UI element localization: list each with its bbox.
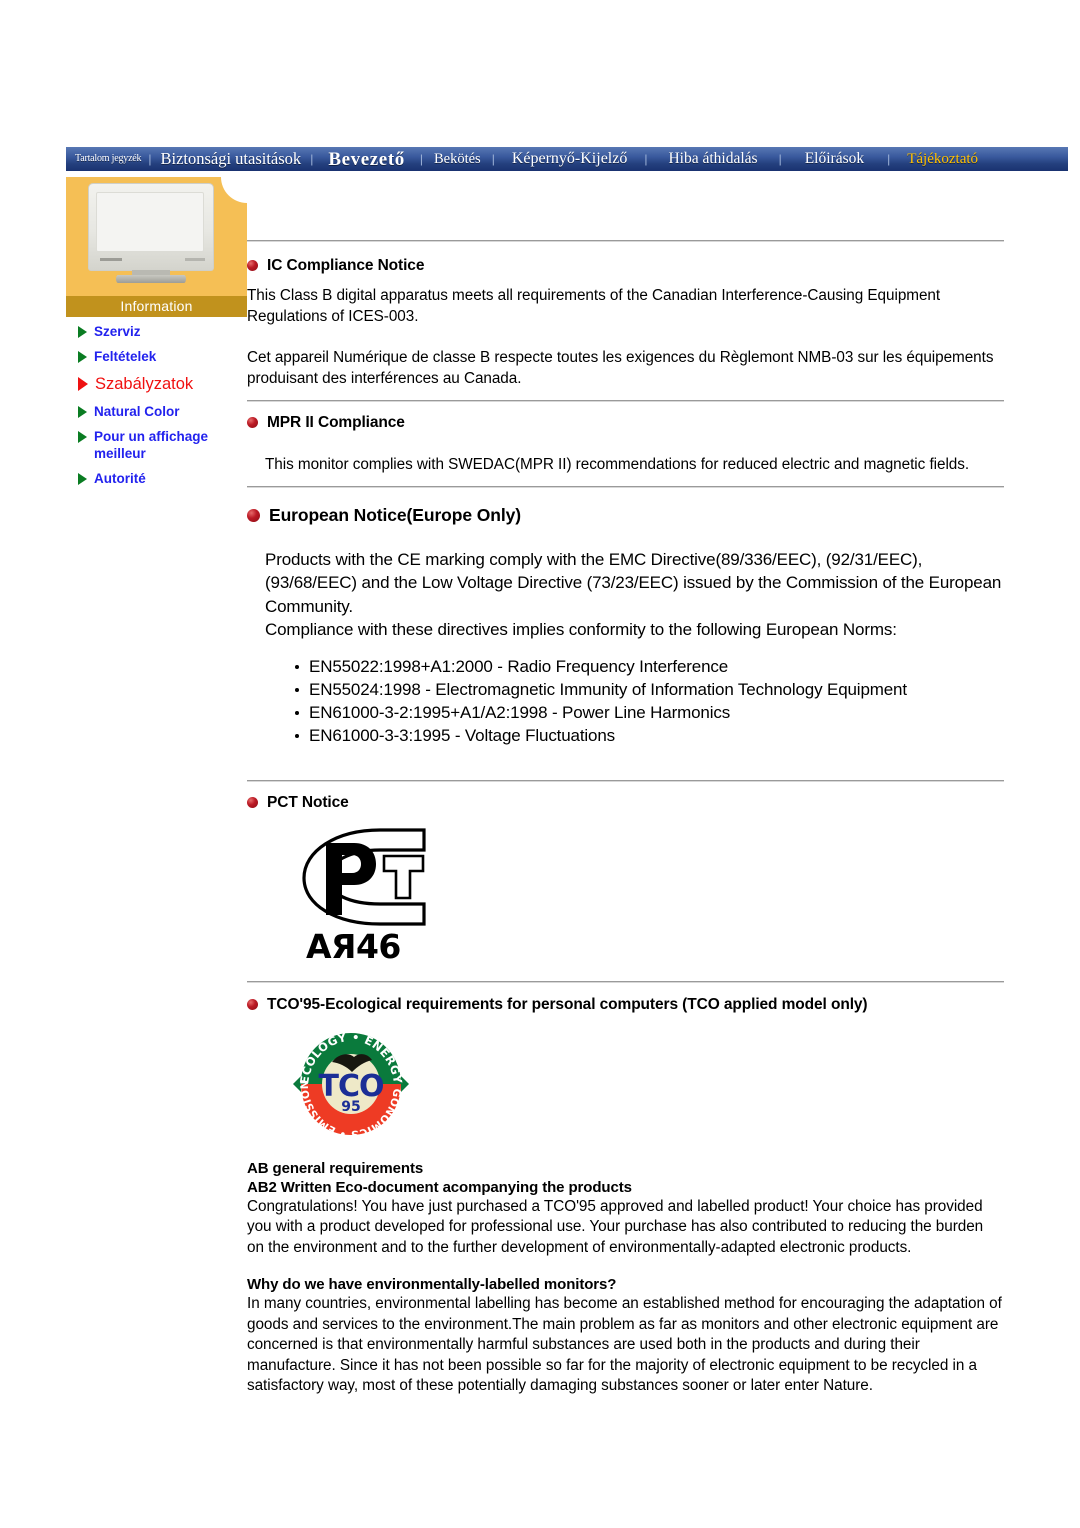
paragraph-tco-congratulations: Congratulations! You have just purchased…: [247, 1197, 984, 1256]
sidebar-item-label: Szabályzatok: [95, 374, 194, 393]
nav-item-tartalom-jegyzek[interactable]: Tartalom jegyzék: [66, 154, 147, 164]
pct-logo-code: АЯ46: [306, 926, 401, 966]
red-orb-bullet-icon: [247, 508, 260, 522]
sidebar-item-szabalyzatok[interactable]: Szabályzatok: [66, 374, 247, 395]
triangle-bullet-icon: [78, 376, 88, 391]
monitor-base: [116, 275, 186, 283]
pct-mark-svg: [302, 828, 426, 926]
sidebar-link-list: Szerviz Feltételek Szabályzatok Natural …: [66, 317, 247, 488]
top-navigation-bar: Tartalom jegyzék | Biztonsági utasitások…: [66, 147, 1068, 171]
heading-ic-compliance: IC Compliance Notice: [247, 257, 1004, 274]
red-orb-bullet-icon: [247, 260, 258, 272]
list-item: EN55024:1998 - Electromagnetic Immunity …: [295, 678, 1004, 701]
triangle-bullet-icon: [78, 430, 87, 443]
heading-text: MPR II Compliance: [267, 413, 405, 431]
nav-item-kepernyo-kijelzo[interactable]: Képernyő-Kijelző: [496, 151, 644, 167]
sidebar-item-szerviz[interactable]: Szerviz: [66, 323, 247, 340]
sidebar-item-label: Natural Color: [94, 403, 180, 419]
tco-95-eco-label: TCO 95 ECOLOGY • ENERGY ERGONOMICS • EMI…: [288, 1023, 410, 1141]
subheading-ab2-written-eco-document: AB2 Written Eco-document acompanying the…: [247, 1178, 632, 1196]
list-item: EN55022:1998+A1:2000 - Radio Frequency I…: [295, 655, 1004, 678]
sidebar-item-natural-color[interactable]: Natural Color: [66, 403, 247, 420]
paragraph-ic-french: Cet appareil Numérique de classe B respe…: [247, 349, 994, 387]
heading-pct-notice: PCT Notice: [247, 794, 1004, 811]
nav-item-bevezeto[interactable]: Bevezető: [314, 150, 419, 169]
paragraph-ic-english: This Class B digital apparatus meets all…: [247, 287, 941, 325]
nav-item-bekotes[interactable]: Bekötés: [424, 152, 491, 167]
red-orb-bullet-icon: [247, 998, 258, 1010]
european-norms-list: EN55022:1998+A1:2000 - Radio Frequency I…: [247, 655, 1004, 748]
triangle-bullet-icon: [78, 326, 87, 338]
nav-item-tajekoztato[interactable]: Tájékoztató: [891, 151, 992, 167]
heading-tco-95: TCO'95-Ecological requirements for perso…: [247, 996, 1004, 1013]
triangle-bullet-icon: [78, 473, 87, 486]
monitor-brand-mark-left: [100, 258, 122, 261]
triangle-bullet-icon: [78, 351, 87, 364]
heading-european-notice: European Notice(Europe Only): [247, 504, 1004, 525]
monitor-brand-mark-right: [185, 258, 205, 261]
heading-text: European Notice(Europe Only): [269, 504, 521, 525]
sidebar-item-label: Feltételek: [94, 349, 157, 365]
pct-logo-row: АЯ46: [247, 825, 1004, 963]
heading-mpr-ii-compliance: MPR II Compliance: [247, 414, 1004, 431]
triangle-bullet-icon: [78, 405, 87, 418]
nav-item-biztonsagi-utasitasok[interactable]: Biztonsági utasitások: [152, 150, 309, 168]
sidebar-item-label: Pour un affichage meilleur: [94, 428, 209, 462]
subheading-ab-general-requirements: AB general requirements: [247, 1159, 424, 1177]
heading-text: TCO'95-Ecological requirements for perso…: [267, 995, 868, 1013]
heading-text: PCT Notice: [267, 793, 349, 811]
svg-text:95: 95: [341, 1099, 360, 1115]
paragraph-mpr: This monitor complies with SWEDAC(MPR II…: [265, 456, 970, 474]
paragraph-european-1: Products with the CE marking comply with…: [265, 549, 1002, 616]
nav-item-eloirasok[interactable]: Előirások: [783, 151, 886, 167]
sidebar-item-autorite[interactable]: Autorité: [66, 470, 247, 487]
monitor-screen: [96, 192, 204, 252]
nav-item-hiba-athidalas[interactable]: Hiba áthidalás: [648, 151, 777, 167]
list-item: EN61000-3-3:1995 - Voltage Fluctuations: [295, 724, 1004, 747]
sidebar-item-label: Autorité: [94, 471, 146, 487]
list-item: EN61000-3-2:1995+A1/A2:1998 - Power Line…: [295, 701, 1004, 724]
subheading-why-environmentally-labelled-monitors: Why do we have environmentally-labelled …: [247, 1276, 617, 1294]
red-orb-bullet-icon: [247, 417, 258, 428]
sidebar-item-label: Szerviz: [94, 324, 141, 339]
heading-text: IC Compliance Notice: [267, 257, 425, 274]
tco-logo-row: TCO 95 ECOLOGY • ENERGY ERGONOMICS • EMI…: [247, 1023, 1004, 1141]
crt-monitor-icon: [88, 183, 214, 283]
red-orb-bullet-icon: [247, 796, 258, 808]
tco-label-svg: TCO 95 ECOLOGY • ENERGY ERGONOMICS • EMI…: [288, 1023, 409, 1140]
paragraph-tco-why: In many countries, environmental labelli…: [247, 1295, 1002, 1395]
main-content: IC Compliance Notice This Class B digita…: [247, 240, 1004, 1397]
sidebar-monitor-panel: [66, 177, 247, 296]
sidebar-section-banner: Information: [66, 296, 247, 317]
paragraph-european-2: Compliance with these directives implies…: [265, 620, 897, 640]
pct-certification-mark: [292, 825, 442, 934]
panel-corner-notch: [221, 177, 247, 203]
sidebar-item-pour-un-affichage-meilleur[interactable]: Pour un affichage meilleur: [66, 428, 247, 463]
sidebar-item-feltetelek[interactable]: Feltételek: [66, 348, 247, 365]
sidebar: Information Szerviz Feltételek Szabályza…: [66, 177, 247, 496]
